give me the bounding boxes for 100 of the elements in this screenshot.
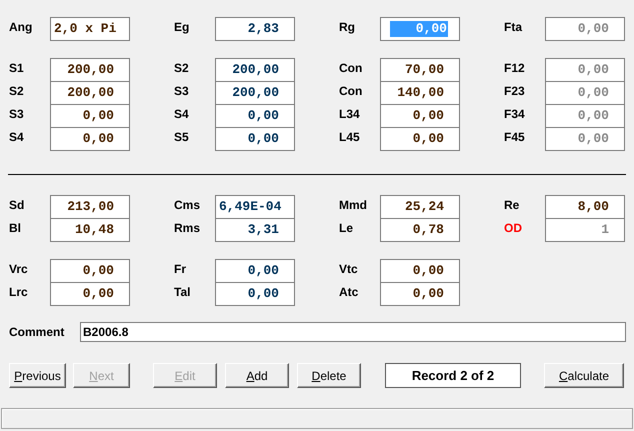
input-field[interactable]: 0,00 [215, 259, 295, 283]
field-label: S4 [9, 129, 25, 146]
input-field[interactable]: 0,00 [215, 127, 295, 151]
field-value: 0,00 [82, 286, 115, 302]
field-value: 10,48 [74, 222, 115, 238]
field-label: S2 [174, 60, 190, 77]
input-field[interactable]: 0,00 [50, 104, 130, 128]
field-value: 2,83 [248, 21, 280, 37]
field-value: 0,00 [248, 131, 280, 147]
field-label: Ang [9, 19, 34, 36]
field-value: 0,00 [412, 108, 445, 124]
field-label: Comment [9, 324, 66, 341]
field-label: F12 [504, 60, 526, 77]
field-label: S3 [9, 106, 25, 123]
field-value: 0,00 [82, 131, 115, 147]
input-field[interactable]: 0,00 [380, 259, 460, 283]
field-value: 2,0 x Pi [54, 21, 116, 37]
field-value: 0,00 [412, 263, 445, 279]
field-value: 140,00 [397, 85, 445, 101]
input-field[interactable]: 200,00 [215, 58, 295, 82]
field-label: Cms [174, 197, 202, 214]
field-label: Atc [339, 284, 360, 301]
field-value: 70,00 [404, 62, 445, 78]
field-label: Sd [9, 197, 26, 214]
input-field[interactable]: 2,0 x Pi [50, 17, 130, 41]
field-value: 3,31 [248, 222, 280, 238]
field-label: Re [504, 197, 520, 214]
input-field[interactable]: 200,00 [215, 81, 295, 105]
field-value: 0,00 [578, 131, 610, 147]
field-label: Rg [339, 19, 356, 36]
field-label: Vrc [9, 261, 29, 278]
push-button[interactable]: Previous [9, 363, 66, 388]
input-field[interactable]: 0,00 [50, 127, 130, 151]
field-value: 0,00 [578, 21, 610, 37]
field-value: 0,00 [578, 62, 610, 78]
input-field[interactable]: 200,00 [50, 58, 130, 82]
field-value: 213,00 [67, 199, 115, 215]
field-value: 8,00 [578, 199, 610, 215]
field-label: L45 [339, 129, 361, 146]
field-value: 200,00 [232, 85, 280, 101]
field-label: Lrc [9, 284, 29, 301]
input-field[interactable]: 70,00 [380, 58, 460, 82]
field-label: F23 [504, 83, 526, 100]
field-label: L34 [339, 106, 361, 123]
input-field[interactable]: 213,00 [50, 195, 130, 219]
input-field[interactable]: 25,24 [380, 195, 460, 219]
input-field[interactable]: 0,00 [215, 282, 295, 306]
field-label: S1 [9, 60, 25, 77]
record-indicator: Record 2 of 2 [385, 363, 521, 388]
comment-field[interactable]: B2006.8 [80, 322, 626, 342]
input-field[interactable]: 200,00 [50, 81, 130, 105]
field-value: 6,49E-04 [219, 199, 282, 215]
field-label: S2 [9, 83, 25, 100]
field-value: 0,00 [248, 108, 280, 124]
push-button[interactable]: Add [225, 363, 289, 388]
field-label: OD [504, 220, 523, 237]
field-value: 0,00 [412, 131, 445, 147]
field-value: 0,00 [248, 286, 280, 302]
input-field[interactable]: 10,48 [50, 218, 130, 242]
field-label: Eg [174, 19, 190, 36]
field-value: 0,00 [412, 286, 445, 302]
field-value: 200,00 [67, 85, 115, 101]
push-button[interactable]: Delete [297, 363, 361, 388]
input-field[interactable]: 0,00 [380, 104, 460, 128]
field-value: 1 [601, 222, 610, 238]
field-value: 0,00 [248, 263, 280, 279]
field-value: 200,00 [67, 62, 115, 78]
input-field[interactable]: 6,49E-04 [215, 195, 295, 219]
input-field[interactable]: 0,00 [380, 282, 460, 306]
input-field[interactable]: 2,83 [215, 17, 295, 41]
field-label: S5 [174, 129, 190, 146]
field-label: Mmd [339, 197, 368, 214]
field-value: 25,24 [404, 199, 445, 215]
field-value: 0,00 [390, 21, 448, 37]
input-field[interactable]: 140,00 [380, 81, 460, 105]
field-value: 0,00 [82, 263, 115, 279]
input-field[interactable]: 0,00 [50, 259, 130, 283]
input-field[interactable]: 3,31 [215, 218, 295, 242]
field-label: Vtc [339, 261, 359, 278]
field-label: F45 [504, 129, 526, 146]
input-field[interactable]: 0,78 [380, 218, 460, 242]
input-field[interactable]: 8,00 [545, 195, 625, 219]
field-label: Con [339, 60, 364, 77]
field-label: F34 [504, 106, 526, 123]
input-field[interactable]: 0,00 [215, 104, 295, 128]
field-label: Fta [504, 19, 524, 36]
input-field[interactable]: 0,00 [380, 127, 460, 151]
field-value: 0,00 [578, 108, 610, 124]
field-label: S3 [174, 83, 190, 100]
field-value: 0,00 [578, 85, 610, 101]
input-field[interactable]: 0,00 [50, 282, 130, 306]
field-label: Fr [174, 261, 187, 278]
push-button[interactable]: Calculate [544, 363, 624, 388]
field-label: Bl [9, 220, 22, 237]
field-value: 0,00 [82, 108, 115, 124]
field-label: Le [339, 220, 354, 237]
field-value: 200,00 [232, 62, 280, 78]
field-label: S4 [174, 106, 190, 123]
field-label: Con [339, 83, 364, 100]
field-label: Rms [174, 220, 202, 237]
